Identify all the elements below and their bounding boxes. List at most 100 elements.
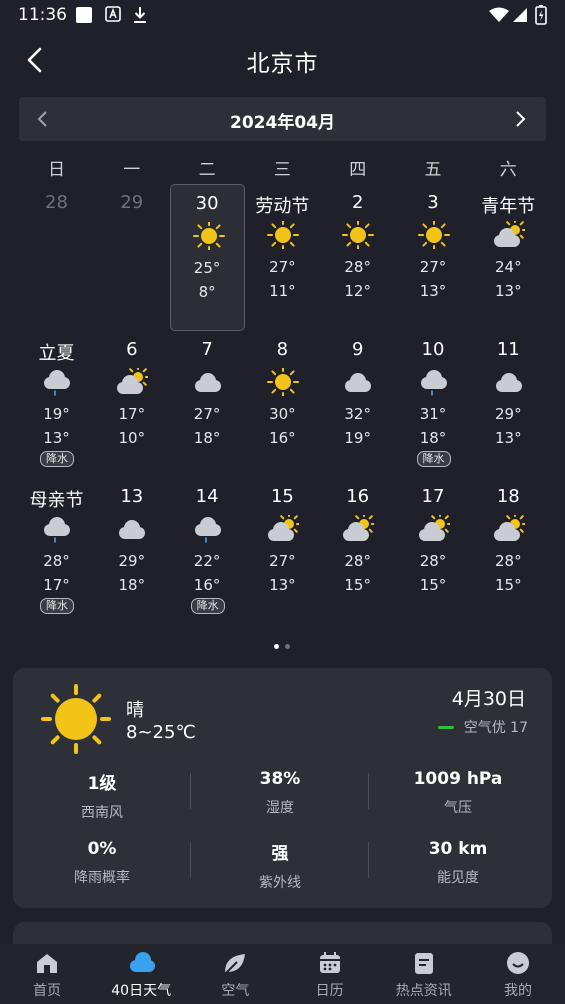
high-temp: 24° [495,258,522,276]
weather-metric: 30 km 能见度 [369,839,547,887]
day-label: 28 [45,192,68,213]
next-month-chevron-icon[interactable] [510,109,530,129]
aqi-indicator [437,725,454,729]
bottom-nav-item[interactable]: 日历 [283,944,377,1004]
low-temp: 13° [419,282,447,300]
weather-metric: 强紫外线 [191,839,369,892]
calendar-day[interactable]: 6 17° 10° [94,331,169,478]
day-label: 2 [351,192,364,213]
cloud-icon [345,373,372,392]
air-quality[interactable]: 空气优 17 [437,718,528,736]
low-temp: 15° [495,576,522,594]
high-temp: 19° [43,405,70,423]
divider [368,773,369,809]
cloud-icon [194,373,221,392]
calendar-day[interactable]: 15 27° 13° [245,478,320,625]
bottom-nav-item[interactable]: 我的 [471,944,565,1004]
calendar-day[interactable]: 9 32° 19° [320,331,395,478]
low-temp: 17° [43,576,70,594]
metric-value: 0% [87,839,117,859]
calendar-day[interactable]: 立夏 19° 13° 降水 [19,331,94,478]
low-temp: 16° [193,576,221,594]
high-temp: 28° [344,258,371,276]
high-temp: 27° [193,405,221,423]
day-detail-card: 晴 8~25℃ 4月30日 空气优 17 1级 西南风 38% 湿度 1009 hPa 气… [13,668,552,908]
calendar-day[interactable]: 16 28° 15° [320,478,395,625]
calendar-day[interactable]: 母亲节 28° 17° 降水 [19,478,94,625]
cloud-icon [130,952,156,972]
weather-condition: 晴 [126,700,144,721]
bottom-nav-item[interactable]: 首页 [0,944,94,1004]
bottom-nav-item[interactable]: 40日天气 [94,944,188,1004]
day-label: 9 [351,339,364,360]
high-temp: 27° [269,258,296,276]
bottom-nav-label: 热点资讯 [395,983,452,999]
rain-cloud-icon [194,517,221,543]
calendar-day[interactable]: 18 28° 15° [471,478,546,625]
calendar-day[interactable]: 青年节 24° 13° [471,184,546,331]
day-label: 18 [496,486,520,507]
weekday-label: 五 [424,160,442,180]
bottom-nav-label: 首页 [33,983,61,999]
calendar-day[interactable]: 10 31° 18° 降水 [396,331,471,478]
month-selector: 2024年04月 [19,97,546,141]
day-label: 15 [270,486,294,507]
day-label: 14 [195,486,219,507]
low-temp: 12° [344,282,371,300]
pager-dot [285,644,290,649]
weekday-label: 三 [273,160,291,180]
weather-metric: 1009 hPa 气压 [369,769,547,817]
calendar-day[interactable]: 2 28° 12° [320,184,395,331]
calendar-day[interactable]: 11 29° 13° [471,331,546,478]
bottom-nav-label: 40日天气 [111,983,172,999]
day-label: 13 [120,486,144,507]
calendar-day[interactable]: 17 28° 15° [396,478,471,625]
divider [190,773,191,809]
day-label: 7 [201,339,213,360]
notification-square-icon [76,7,92,23]
weekday-label: 六 [499,160,517,180]
calendar-day[interactable]: 7 27° 18° [170,331,245,478]
calendar-grid: 28 29 30 25° 8° 劳动节 27° 11° 2 28° 12° 3 27° 13° 青年节 24°… [19,184,546,624]
pager-dot-active [274,644,279,649]
calendar-day[interactable]: 8 30° 16° [245,331,320,478]
day-label: 30 [195,193,219,214]
metric-label: 湿度 [266,800,294,816]
app-notification-icon [105,6,121,22]
high-temp: 28° [43,552,70,570]
calendar-day[interactable]: 14 22° 16° 降水 [170,478,245,625]
weekday-label: 一 [123,160,141,180]
pager-dots [272,644,294,650]
bottom-navigation: 首页 40日天气 空气 日历 热点资讯 我的 [0,944,565,1004]
calendar-day[interactable]: 劳动节 27° 11° [245,184,320,331]
day-label: 母亲节 [29,490,84,511]
day-label: 8 [276,339,289,360]
divider [190,842,191,878]
high-temp: 17° [118,405,146,423]
bottom-nav-label: 日历 [315,983,344,999]
metric-label: 能见度 [437,870,479,886]
leaf-icon [225,954,246,974]
top-nav-bar: 北京市 [0,38,565,82]
bottom-nav-label: 空气 [221,983,250,999]
low-temp: 10° [118,429,146,447]
low-temp: 13° [269,576,296,594]
calendar-day[interactable]: 28 [19,184,94,331]
day-label: 6 [126,339,138,360]
partly-cloudy-icon [117,368,149,394]
day-label: 16 [346,486,370,507]
calendar-day-selected[interactable]: 30 25° 8° [169,184,245,331]
bottom-nav-item[interactable]: 空气 [188,944,282,1004]
bottom-nav-item[interactable]: 热点资讯 [377,944,471,1004]
divider [368,842,369,878]
weekday-label: 日 [48,160,65,180]
high-temp: 30° [269,405,296,423]
calendar-day[interactable]: 29 [94,184,169,331]
high-temp: 32° [344,405,371,423]
calendar-icon [319,952,340,973]
calendar-day[interactable]: 3 27° 13° [396,184,471,331]
low-temp: 18° [193,429,221,447]
day-label: 29 [120,192,144,213]
calendar-day[interactable]: 13 29° 18° [94,478,169,625]
weekday-header: 日一二三四五六 [19,155,546,181]
